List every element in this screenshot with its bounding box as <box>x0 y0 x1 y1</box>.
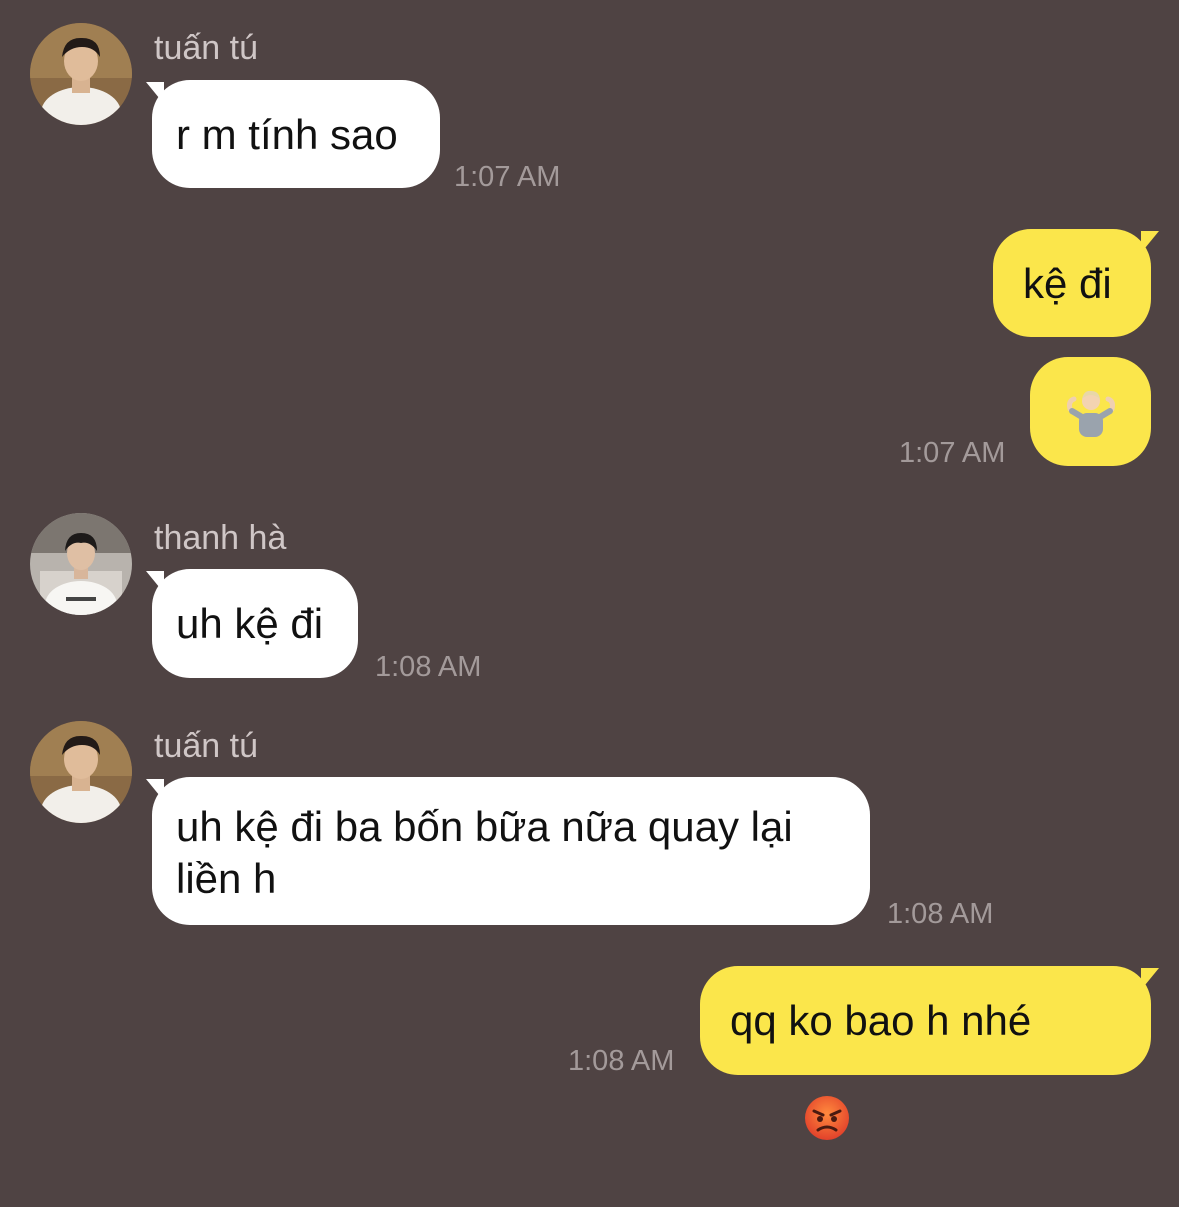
message-bubble[interactable]: r m tính sao <box>152 80 440 188</box>
message-text: uh kệ đi ba bốn bữa nữa quay lại liền h <box>176 803 793 902</box>
avatar-tuan-tu[interactable] <box>30 721 132 823</box>
avatar-tuan-tu[interactable] <box>30 23 132 125</box>
message-timestamp: 1:08 AM <box>887 898 994 930</box>
message-text: r m tính sao <box>176 111 398 158</box>
sender-name: thanh hà <box>154 519 287 557</box>
message-text: uh kệ đi <box>176 600 324 647</box>
message-timestamp: 1:07 AM <box>454 161 561 193</box>
angry-face-emoji <box>732 1041 852 1207</box>
sender-name: tuấn tú <box>154 29 258 67</box>
avatar-thanh-ha[interactable] <box>30 513 132 615</box>
message-bubble[interactable] <box>1030 357 1151 466</box>
message-text: qq ko bao h nhé <box>730 995 1121 1207</box>
message-timestamp: 1:08 AM <box>375 651 482 683</box>
message-bubble[interactable]: kệ đi <box>993 229 1151 337</box>
message-bubble[interactable]: qq ko bao h nhé <box>700 966 1151 1140</box>
message-text: kệ đi <box>1023 260 1112 307</box>
person-shrugging-emoji <box>1064 387 1118 449</box>
message-bubble[interactable]: uh kệ đi <box>152 569 358 678</box>
message-text-content: qq ko bao h nhé <box>730 997 1032 1044</box>
sender-name: tuấn tú <box>154 727 258 765</box>
message-bubble[interactable]: uh kệ đi ba bốn bữa nữa quay lại liền h <box>152 777 870 925</box>
message-timestamp: 1:08 AM <box>568 1045 675 1077</box>
message-timestamp: 1:07 AM <box>899 437 1006 469</box>
